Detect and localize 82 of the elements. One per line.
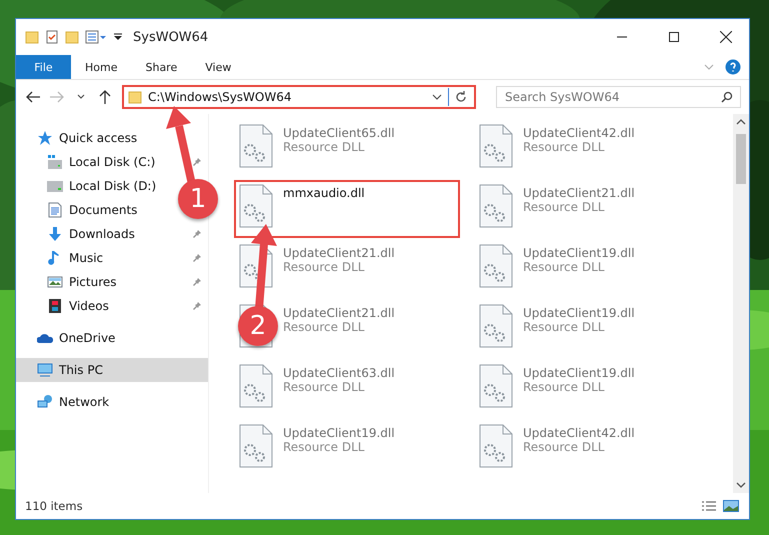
- back-arrow-icon: [26, 91, 40, 103]
- file-name[interactable]: UpdateClient19.dll: [523, 306, 635, 320]
- file-type: Resource DLL: [283, 140, 366, 154]
- settings-file-icon: [239, 424, 273, 468]
- sidebar-item[interactable]: Pictures: [47, 271, 117, 293]
- sidebar-item[interactable]: Videos: [47, 295, 109, 317]
- ribbon-tab[interactable]: File: [16, 55, 71, 79]
- settings-file-icon: [239, 184, 273, 228]
- properties-icon[interactable]: [45, 30, 59, 44]
- drive-icon: [47, 154, 63, 170]
- settings-file-icon: [479, 184, 513, 228]
- file-name[interactable]: UpdateClient21.dll: [523, 186, 635, 200]
- close-icon: [720, 31, 732, 43]
- scrollbar[interactable]: [733, 114, 749, 493]
- file-name[interactable]: UpdateClient42.dll: [523, 126, 635, 140]
- monitor-icon: [37, 362, 53, 378]
- star-icon: [37, 130, 53, 146]
- settings-file-icon: [479, 364, 513, 408]
- sidebar-item[interactable]: OneDrive: [16, 326, 208, 350]
- settings-file-icon: [479, 424, 513, 468]
- sidebar-item[interactable]: Local Disk (D:): [47, 175, 156, 197]
- file-type: Resource DLL: [283, 380, 366, 394]
- file-type: Resource DLL: [523, 140, 606, 154]
- sidebar-item[interactable]: Quick access: [16, 126, 208, 150]
- view-options-icon[interactable]: [85, 30, 107, 44]
- item-count: 110 items: [25, 499, 84, 513]
- search-field[interactable]: Search SysWOW64: [496, 86, 741, 108]
- pin-icon[interactable]: [192, 229, 202, 239]
- down-arrow-icon: [47, 226, 63, 242]
- pin-icon[interactable]: [192, 277, 202, 287]
- file-item[interactable]: mmxaudio.dll: [234, 180, 460, 238]
- chevron-down-icon[interactable]: [736, 481, 746, 489]
- drive-icon: [47, 178, 63, 194]
- pin-icon[interactable]: [192, 253, 202, 263]
- large-icons-view-icon[interactable]: [723, 500, 739, 512]
- file-type: Resource DLL: [523, 200, 606, 214]
- sidebar-item[interactable]: This PC: [16, 358, 208, 382]
- file-type: Resource DLL: [283, 440, 366, 454]
- settings-file-icon: [479, 304, 513, 348]
- details-view-icon[interactable]: [701, 500, 717, 512]
- settings-file-icon: [479, 124, 513, 168]
- sidebar-item[interactable]: Music: [47, 247, 104, 269]
- maximize-icon: [669, 32, 679, 42]
- file-name[interactable]: UpdateClient65.dll: [283, 126, 395, 140]
- forward-arrow-icon: [50, 91, 64, 103]
- sidebar-item[interactable]: Network: [16, 390, 208, 414]
- document-icon: [47, 202, 63, 218]
- pictures-icon: [47, 274, 63, 290]
- address-field[interactable]: C:\Windows\SysWOW64: [122, 85, 476, 109]
- film-icon: [47, 298, 63, 314]
- minimize-icon: [617, 36, 627, 38]
- file-name[interactable]: UpdateClient63.dll: [283, 366, 395, 380]
- settings-file-icon: [239, 124, 273, 168]
- file-type: Resource DLL: [523, 380, 606, 394]
- file-name[interactable]: mmxaudio.dll: [283, 186, 365, 200]
- pin-icon[interactable]: [192, 301, 202, 311]
- file-name[interactable]: UpdateClient19.dll: [283, 426, 395, 440]
- file-name[interactable]: UpdateClient19.dll: [523, 246, 635, 260]
- network-icon: [37, 394, 53, 410]
- search-icon[interactable]: [721, 91, 733, 103]
- file-name[interactable]: UpdateClient21.dll: [283, 246, 395, 260]
- file-type: Resource DLL: [283, 260, 366, 274]
- chevron-down-icon: [77, 94, 85, 100]
- scrollbar-thumb[interactable]: [736, 134, 746, 184]
- sidebar-item[interactable]: Local Disk (C:): [47, 151, 156, 173]
- file-type: Resource DLL: [523, 260, 606, 274]
- file-type: Resource DLL: [523, 320, 606, 334]
- file-name[interactable]: UpdateClient21.dll: [283, 306, 395, 320]
- file-type: Resource DLL: [283, 320, 366, 334]
- chevron-up-icon[interactable]: [736, 118, 746, 126]
- settings-file-icon: [239, 364, 273, 408]
- sidebar-item[interactable]: Documents: [47, 199, 138, 221]
- sidebar-item[interactable]: Downloads: [47, 223, 135, 245]
- file-name[interactable]: UpdateClient19.dll: [523, 366, 635, 380]
- chevron-down-icon[interactable]: [432, 93, 442, 101]
- file-name[interactable]: UpdateClient42.dll: [523, 426, 635, 440]
- window-title: SysWOW64: [133, 30, 210, 44]
- up-arrow-icon: [99, 90, 111, 104]
- folder-icon: [128, 90, 142, 104]
- pin-icon[interactable]: [192, 157, 202, 167]
- settings-file-icon: [479, 244, 513, 288]
- file-type: Resource DLL: [523, 440, 606, 454]
